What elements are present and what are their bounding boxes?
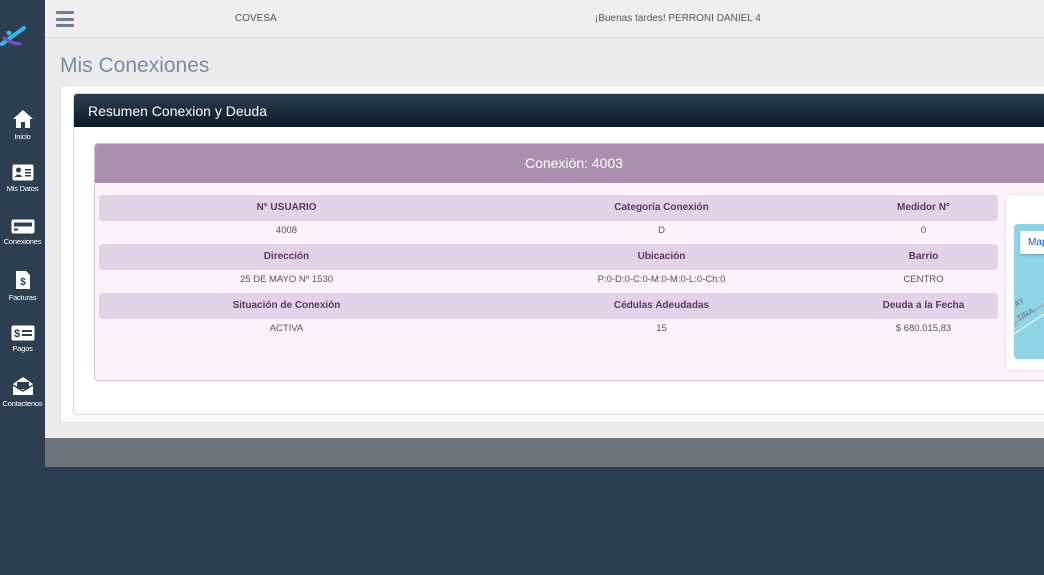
sidebar-item-label: Inicio: [14, 132, 31, 141]
value-usuario: 4008: [275, 225, 298, 236]
map-view[interactable]: AY TINA Map: [1014, 224, 1044, 359]
app-logo[interactable]: [0, 24, 28, 52]
value-barrio: CENTRO: [903, 274, 944, 285]
header-barrio: Barrio: [908, 251, 939, 262]
header-medidor: Medidor N°: [897, 202, 950, 213]
brand-name: COVESA: [235, 13, 277, 24]
sidebar-item-label: Conexiones: [3, 237, 42, 246]
details-value-row: 25 DE MAYO Nº 1530 P:0-D:0-C:0-M:0-M:0-L…: [99, 270, 998, 293]
connection-details: N° USUARIO Categoría Conexión Medidor N°…: [99, 195, 998, 342]
connection-title: Conexión: 4003: [95, 144, 1044, 183]
header-deuda: Deuda a la Fecha: [882, 300, 965, 311]
footer-bar: [45, 438, 1044, 467]
header-usuario: N° USUARIO: [256, 202, 317, 213]
details-header-row: Situación de Conexión Cédulas Adeudadas …: [99, 293, 998, 319]
sidebar-item-label: Mis Datos: [6, 184, 39, 193]
svg-text:$: $: [13, 328, 19, 340]
invoice-icon: $: [15, 271, 30, 289]
value-ubicacion: P:0-D:0-C:0-M:0-M:0-L:0-Ch:0: [597, 274, 726, 285]
payment-icon: $: [11, 325, 34, 341]
connection-card: Conexión: 4003 N° USUARIO Categoría Cone…: [94, 143, 1044, 381]
details-header-row: Dirección Ubicación Barrio: [99, 244, 998, 270]
header-ubicacion: Ubicación: [637, 251, 686, 262]
top-bar: COVESA ¡Buenas tardes! PERRONI DANIEL 4: [45, 0, 1044, 38]
sidebar-item-contactenos[interactable]: Contactenos: [0, 376, 45, 408]
value-direccion: 25 DE MAYO Nº 1530: [239, 274, 334, 285]
sidebar: Inicio Mis Datos Conexiones $ Facturas $…: [0, 0, 45, 575]
value-medidor: 0: [920, 225, 927, 236]
user-greeting: ¡Buenas tardes! PERRONI DANIEL 4: [595, 13, 761, 24]
details-value-row: 4008 D 0: [99, 221, 998, 244]
summary-panel: Resumen Conexion y Deuda Conexión: 4003 …: [73, 93, 1044, 415]
sidebar-item-inicio[interactable]: Inicio: [0, 109, 45, 141]
sidebar-item-label: Pagos: [12, 344, 33, 353]
header-categoria: Categoría Conexión: [614, 202, 709, 213]
sidebar-item-pagos[interactable]: $ Pagos: [0, 325, 45, 353]
value-situacion: ACTIVA: [269, 323, 304, 334]
header-direccion: Dirección: [263, 251, 310, 262]
sidebar-item-facturas[interactable]: $ Facturas: [0, 270, 45, 302]
main-content: COVESA ¡Buenas tardes! PERRONI DANIEL 4 …: [45, 0, 1044, 467]
value-cedulas: 15: [656, 323, 667, 334]
sidebar-item-label: Contactenos: [2, 399, 43, 408]
meter-icon: [11, 219, 34, 234]
home-icon: [12, 110, 33, 128]
sidebar-item-label: Facturas: [8, 293, 37, 302]
map-widget: AY TINA Map: [1006, 195, 1044, 370]
map-type-button[interactable]: Map: [1020, 231, 1044, 254]
header-cedulas: Cédulas Adeudadas: [613, 300, 710, 311]
svg-text:$: $: [20, 277, 26, 288]
details-value-row: ACTIVA 15 $ 680.015,83: [99, 319, 998, 342]
menu-toggle-icon[interactable]: [56, 11, 74, 27]
header-situacion: Situación de Conexión: [232, 300, 341, 311]
sidebar-item-mis-datos[interactable]: Mis Datos: [0, 164, 45, 193]
value-deuda: $ 680.015,83: [895, 323, 952, 334]
envelope-open-icon: [12, 377, 33, 395]
id-card-icon: [12, 164, 33, 181]
sidebar-item-conexiones[interactable]: Conexiones: [0, 219, 45, 246]
panel-title: Resumen Conexion y Deuda: [74, 94, 1044, 127]
value-categoria: D: [658, 225, 665, 236]
page-title: Mis Conexiones: [60, 54, 210, 77]
details-header-row: N° USUARIO Categoría Conexión Medidor N°: [99, 195, 998, 221]
